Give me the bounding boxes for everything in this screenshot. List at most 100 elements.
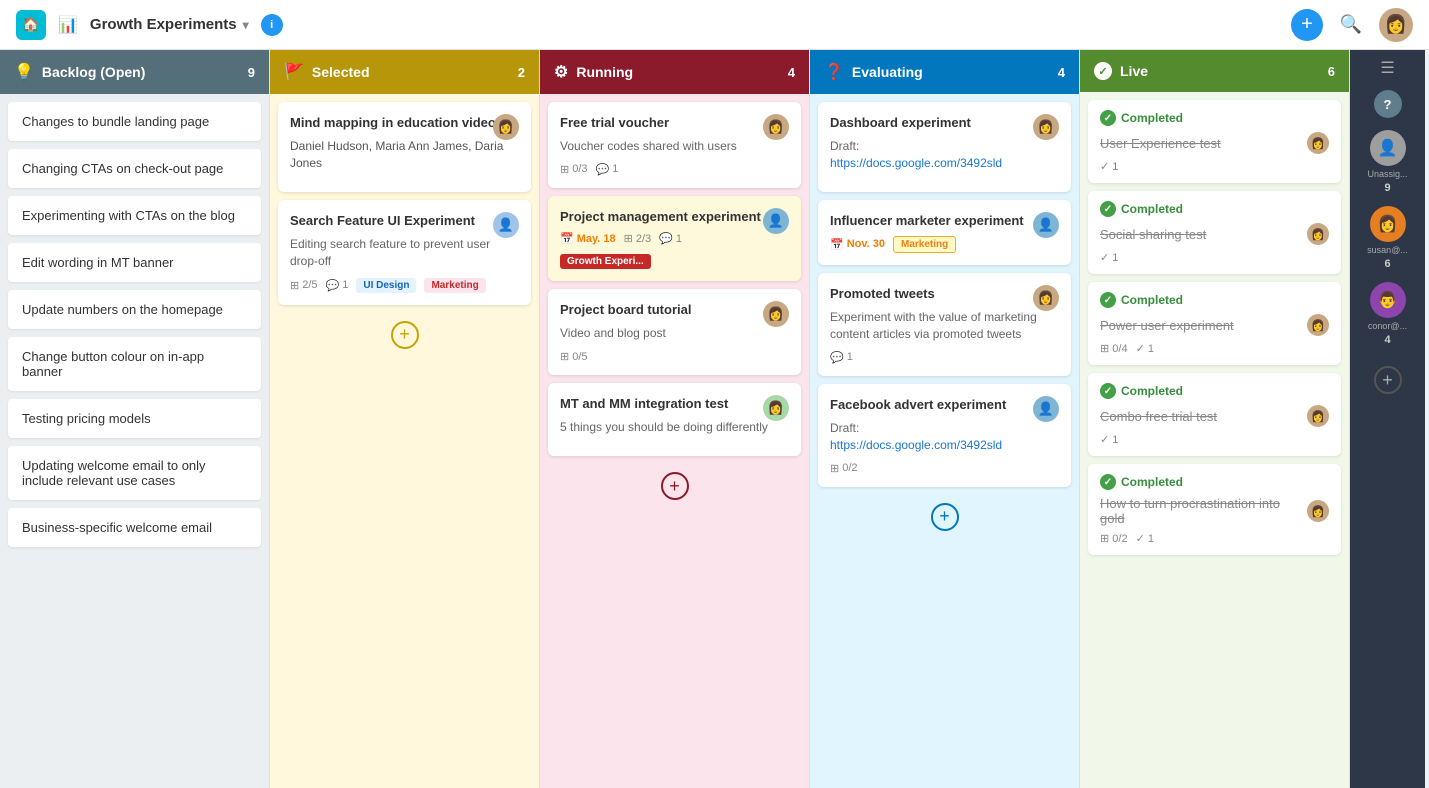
card-facebook-advert[interactable]: 👤 Facebook advert experiment Draft: http…	[818, 384, 1071, 487]
card-title: Mind mapping in education video	[290, 114, 519, 132]
card-meta: ✓ 1	[1100, 160, 1329, 173]
board-container: 💡 Backlog (Open) 9 Changes to bundle lan…	[0, 50, 1429, 788]
card-title: Social sharing test	[1100, 227, 1206, 242]
card-title: Power user experiment	[1100, 318, 1234, 333]
user-count: 9	[1384, 182, 1390, 194]
user-avatar[interactable]: 👩	[1379, 8, 1413, 42]
column-selected: 🚩 Selected 2 👩 Mind mapping in education…	[270, 50, 540, 788]
selected-icon: 🚩	[284, 62, 304, 82]
evaluating-title: Evaluating	[852, 64, 923, 80]
right-panel: ☰ ? 👤 Unassig... 9 👩 susan@... 6 👨 conor…	[1350, 50, 1425, 788]
avatar: 👤	[763, 208, 789, 234]
add-card-button[interactable]: +	[391, 321, 419, 349]
tag-marketing: Marketing	[893, 236, 956, 253]
list-item[interactable]: Business-specific welcome email	[8, 508, 261, 547]
card-power-user[interactable]: ✓ Completed Power user experiment 👩 ⊞ 0/…	[1088, 282, 1341, 365]
card-link[interactable]: https://docs.google.com/3492sld	[830, 437, 1059, 454]
info-icon[interactable]: i	[261, 14, 283, 36]
add-user-button[interactable]: +	[1374, 366, 1402, 394]
live-count: 6	[1328, 64, 1335, 79]
search-button[interactable]: 🔍	[1335, 9, 1367, 41]
topnav: 🏠 📊 Growth Experiments ▾ i + 🔍 👩	[0, 0, 1429, 50]
card-promoted-tweets[interactable]: 👩 Promoted tweets Experiment with the va…	[818, 273, 1071, 376]
card-dashboard[interactable]: 👩 Dashboard experiment Draft: https://do…	[818, 102, 1071, 192]
card-subtitle: 5 things you should be doing differently	[560, 419, 789, 436]
card-mt-mm[interactable]: 👩 MT and MM integration test 5 things yo…	[548, 383, 801, 456]
card-title: Facebook advert experiment	[830, 396, 1059, 414]
user-name: susan@...	[1367, 245, 1408, 255]
card-title: Free trial voucher	[560, 114, 789, 132]
avatar: 👩	[1033, 114, 1059, 140]
card-search-feature[interactable]: 👤 Search Feature UI Experiment Editing s…	[278, 200, 531, 305]
add-card-button[interactable]: +	[661, 472, 689, 500]
tag-marketing: Marketing	[424, 278, 485, 293]
backlog-title: Backlog (Open)	[42, 64, 145, 80]
running-body: 👩 Free trial voucher Voucher codes share…	[540, 94, 809, 788]
user-filter-unassigned[interactable]: 👤 Unassig... 9	[1354, 130, 1421, 194]
running-icon: ⚙	[554, 62, 568, 82]
card-meta: ⊞ 0/4 ✓ 1	[1100, 342, 1329, 355]
list-item[interactable]: Testing pricing models	[8, 399, 261, 438]
card-subtitle: Video and blog post	[560, 325, 789, 342]
add-button[interactable]: +	[1291, 9, 1323, 41]
status-badge: ✓ Completed	[1100, 474, 1329, 490]
card-meta: ⊞ 0/2 ✓ 1	[1100, 532, 1329, 545]
status-badge: ✓ Completed	[1100, 383, 1329, 399]
card-subtitle: Voucher codes shared with users	[560, 138, 789, 155]
card-procrastination[interactable]: ✓ Completed How to turn procrastination …	[1088, 464, 1341, 555]
card-project-board[interactable]: 👩 Project board tutorial Video and blog …	[548, 289, 801, 375]
backlog-count: 9	[248, 65, 255, 80]
comment-count: 💬 1	[830, 351, 853, 364]
card-subtitle: Draft: https://docs.google.com/3492sld	[830, 138, 1059, 172]
card-title: Influencer marketer experiment	[830, 212, 1059, 230]
card-meta: 💬 1	[830, 351, 1059, 364]
list-item[interactable]: Updating welcome email to only include r…	[8, 446, 261, 500]
card-meta: ✓ 1	[1100, 251, 1329, 264]
card-mind-mapping[interactable]: 👩 Mind mapping in education video Daniel…	[278, 102, 531, 192]
status-badge: ✓ Completed	[1100, 110, 1329, 126]
column-running: ⚙ Running 4 👩 Free trial voucher Voucher…	[540, 50, 810, 788]
question-icon[interactable]: ?	[1374, 90, 1402, 118]
task-count: ⊞ 0/3	[560, 163, 588, 176]
card-social-sharing[interactable]: ✓ Completed Social sharing test 👩 ✓ 1	[1088, 191, 1341, 274]
avatar: 👤	[1033, 396, 1059, 422]
avatar: 👩	[1307, 500, 1329, 522]
comment-count: 💬 1	[326, 279, 349, 292]
selected-count: 2	[518, 65, 525, 80]
add-card-button[interactable]: +	[931, 503, 959, 531]
avatar: 👩	[763, 301, 789, 327]
card-title: MT and MM integration test	[560, 395, 789, 413]
avatar: 👩	[1307, 132, 1329, 154]
card-influencer[interactable]: 👤 Influencer marketer experiment 📅 Nov. …	[818, 200, 1071, 265]
user-filter-conor[interactable]: 👨 conor@... 4	[1354, 282, 1421, 346]
selected-title: Selected	[312, 64, 370, 80]
evaluating-icon: ❓	[824, 62, 844, 82]
running-count: 4	[788, 65, 795, 80]
card-project-mgmt[interactable]: 👤 Project management experiment 📅 May. 1…	[548, 196, 801, 281]
backlog-body: Changes to bundle landing page Changing …	[0, 94, 269, 788]
live-body: ✓ Completed User Experience test 👩 ✓ 1 ✓…	[1080, 92, 1349, 788]
user-name: Unassig...	[1367, 169, 1407, 179]
home-icon[interactable]: 🏠	[16, 10, 46, 40]
panel-menu-icon[interactable]: ☰	[1380, 58, 1394, 78]
card-free-trial-voucher[interactable]: 👩 Free trial voucher Voucher codes share…	[548, 102, 801, 188]
list-item[interactable]: Edit wording in MT banner	[8, 243, 261, 282]
backlog-icon: 💡	[14, 62, 34, 82]
card-subtitle: Editing search feature to prevent user d…	[290, 236, 519, 270]
list-item[interactable]: Changes to bundle landing page	[8, 102, 261, 141]
card-subtitle: Draft: https://docs.google.com/3492sld	[830, 420, 1059, 454]
list-item[interactable]: Changing CTAs on check-out page	[8, 149, 261, 188]
list-item[interactable]: Experimenting with CTAs on the blog	[8, 196, 261, 235]
project-title[interactable]: Growth Experiments ▾	[90, 16, 249, 33]
due-date: 📅 Nov. 30	[830, 238, 885, 251]
tag-ui-design: UI Design	[356, 278, 416, 293]
card-combo-free-trial[interactable]: ✓ Completed Combo free trial test 👩 ✓ 1	[1088, 373, 1341, 456]
list-item[interactable]: Update numbers on the homepage	[8, 290, 261, 329]
user-name: conor@...	[1368, 321, 1407, 331]
list-item[interactable]: Change button colour on in-app banner	[8, 337, 261, 391]
card-ux-test[interactable]: ✓ Completed User Experience test 👩 ✓ 1	[1088, 100, 1341, 183]
card-subtitle: Experiment with the value of marketing c…	[830, 309, 1059, 343]
card-link[interactable]: https://docs.google.com/3492sld	[830, 155, 1059, 172]
user-filter-susan[interactable]: 👩 susan@... 6	[1354, 206, 1421, 270]
task-count: ⊞ 0/2	[830, 462, 858, 475]
